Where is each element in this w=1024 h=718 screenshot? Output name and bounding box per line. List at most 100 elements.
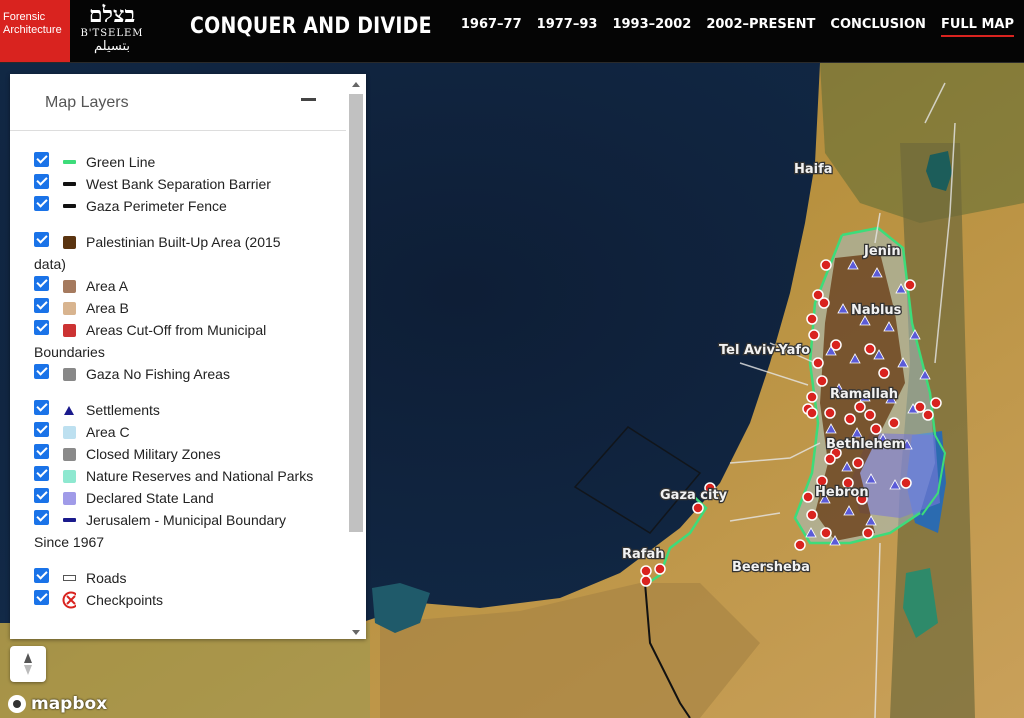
line-swatch-icon <box>62 518 76 522</box>
layers-list: Green Line West Bank Separation Barrier Ga… <box>10 131 346 639</box>
color-swatch-icon <box>62 491 76 505</box>
layer-checkbox[interactable] <box>34 276 49 291</box>
btselem-logo[interactable]: בצלם B'TSELEM بتسيلم <box>72 0 152 62</box>
layer-checkbox[interactable] <box>34 174 49 189</box>
layer-label-text: Settlements <box>86 402 160 418</box>
btselem-arabic: بتسيلم <box>93 39 131 54</box>
scroll-up-arrow[interactable] <box>352 82 360 87</box>
layer-item[interactable]: Area B <box>34 297 346 319</box>
layer-swatch <box>62 195 76 217</box>
layer-label: Checkpoints <box>86 589 346 611</box>
layer-checkbox[interactable] <box>34 152 49 167</box>
layer-label-text: Area B <box>86 300 129 316</box>
layer-checkbox[interactable] <box>34 364 49 379</box>
layer-item[interactable]: Jerusalem - Municipal Boundary Since 1967 <box>34 509 346 553</box>
collapse-panel-button[interactable] <box>301 98 316 101</box>
scroll-down-arrow[interactable] <box>352 630 360 635</box>
color-swatch-icon <box>62 279 76 293</box>
layer-item[interactable]: Area C <box>34 421 346 443</box>
layer-label-text: Closed Military Zones <box>86 446 221 462</box>
mapbox-logo-icon <box>8 695 26 713</box>
nav-full-map[interactable]: FULL MAP <box>940 17 1014 37</box>
layer-label-text: Roads <box>86 570 127 586</box>
layer-item[interactable]: Green Line <box>34 151 346 173</box>
layer-item[interactable]: Closed Military Zones <box>34 443 346 465</box>
layer-label: Jerusalem - Municipal Boundary Since 1967 <box>34 509 346 553</box>
layer-checkbox[interactable] <box>34 510 49 525</box>
label-rafah: Rafah <box>622 547 664 562</box>
layer-label: Gaza No Fishing Areas <box>86 363 346 385</box>
top-bar: Forensic Architecture בצלם B'TSELEM بتسي… <box>0 0 1024 63</box>
panel-scrollbar[interactable] <box>348 82 364 635</box>
layer-label-text: Green Line <box>86 154 156 170</box>
compass-icon <box>24 653 32 675</box>
panel-header: Map Layers <box>10 74 346 131</box>
nav-1967-77[interactable]: 1967–77 <box>461 17 522 37</box>
layer-checkbox[interactable] <box>34 422 49 437</box>
layer-swatch <box>62 173 76 195</box>
label-jenin: Jenin <box>863 244 901 259</box>
layer-checkbox[interactable] <box>34 466 49 481</box>
site-title[interactable]: CONQUER AND DIVIDE <box>190 14 432 39</box>
nav-1993-2002[interactable]: 1993–2002 <box>612 17 691 37</box>
color-swatch-icon <box>62 469 76 483</box>
panel-title: Map Layers <box>45 94 129 111</box>
nav-1977-93[interactable]: 1977–93 <box>537 17 598 37</box>
nav-2002-present[interactable]: 2002–PRESENT <box>706 17 815 37</box>
layer-item[interactable]: Declared State Land <box>34 487 346 509</box>
layer-label-text: Gaza Perimeter Fence <box>86 198 227 214</box>
layer-swatch <box>62 509 76 531</box>
layer-checkbox[interactable] <box>34 298 49 313</box>
layer-swatch <box>62 487 76 509</box>
nav-conclusion[interactable]: CONCLUSION <box>830 17 926 37</box>
layer-checkbox[interactable] <box>34 568 49 583</box>
layer-label: Nature Reserves and National Parks <box>86 465 346 487</box>
layer-group: Settlements Area C Closed Military Zones Na… <box>34 399 346 553</box>
color-swatch-icon <box>62 425 76 439</box>
layer-group: Palestinian Built-Up Area (2015 data) Area… <box>34 231 346 385</box>
layer-checkbox[interactable] <box>34 590 49 605</box>
triangle-icon <box>64 406 74 415</box>
color-swatch-icon <box>62 235 76 249</box>
layer-label-text: Declared State Land <box>86 490 214 506</box>
layer-checkbox[interactable] <box>34 488 49 503</box>
layer-label-text: Gaza No Fishing Areas <box>86 366 230 382</box>
mapbox-attribution[interactable]: mapbox <box>8 694 107 714</box>
layer-swatch <box>62 319 76 341</box>
layer-group: Green Line West Bank Separation Barrier Ga… <box>34 151 346 217</box>
layer-checkbox[interactable] <box>34 232 49 247</box>
layer-swatch <box>62 151 76 173</box>
layer-label-text: Areas Cut-Off from Municipal <box>86 322 267 338</box>
layer-swatch <box>62 589 76 611</box>
layer-item[interactable]: Areas Cut-Off from Municipal Boundaries <box>34 319 346 363</box>
layer-swatch <box>62 443 76 465</box>
layer-label-text: Area A <box>86 278 129 294</box>
layer-item[interactable]: West Bank Separation Barrier <box>34 173 346 195</box>
forensic-architecture-logo[interactable]: Forensic Architecture <box>0 0 70 62</box>
layer-swatch <box>62 567 76 589</box>
layer-label: Areas Cut-Off from Municipal Boundaries <box>34 319 346 363</box>
layer-item[interactable]: Area A <box>34 275 346 297</box>
layer-item[interactable]: Nature Reserves and National Parks <box>34 465 346 487</box>
layer-label: West Bank Separation Barrier <box>86 173 346 195</box>
layer-item[interactable]: Settlements <box>34 399 346 421</box>
main-nav: 1967–77 1977–93 1993–2002 2002–PRESENT C… <box>461 17 1014 37</box>
scroll-thumb[interactable] <box>349 94 363 532</box>
layer-label: Roads <box>86 567 346 589</box>
layer-label-continuation: Boundaries <box>34 344 105 360</box>
layer-checkbox[interactable] <box>34 444 49 459</box>
layer-item[interactable]: Roads <box>34 567 346 589</box>
compass-button[interactable] <box>10 646 46 682</box>
layer-item[interactable]: Checkpoints <box>34 589 346 611</box>
layer-checkbox[interactable] <box>34 400 49 415</box>
layer-checkbox[interactable] <box>34 196 49 211</box>
label-bethlehem: Bethlehem <box>826 437 905 452</box>
color-swatch-icon <box>62 301 76 315</box>
layer-label: Gaza Perimeter Fence <box>86 195 346 217</box>
layer-checkbox[interactable] <box>34 320 49 335</box>
layer-item[interactable]: Gaza No Fishing Areas <box>34 363 346 385</box>
layer-label-text: Jerusalem - Municipal Boundary <box>86 512 286 528</box>
layer-item[interactable]: Palestinian Built-Up Area (2015 data) <box>34 231 346 275</box>
layer-label: Area A <box>86 275 346 297</box>
layer-item[interactable]: Gaza Perimeter Fence <box>34 195 346 217</box>
